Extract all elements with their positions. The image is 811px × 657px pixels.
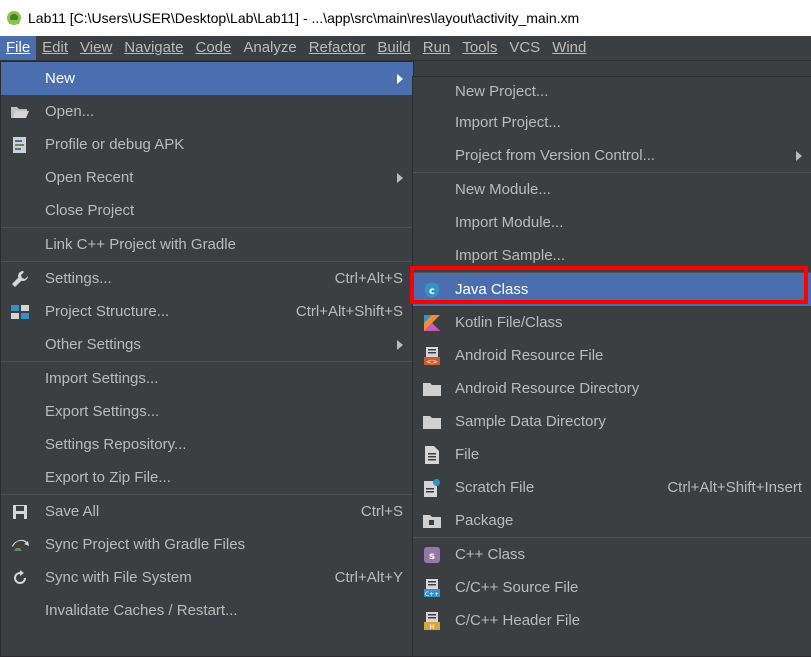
menu-view[interactable]: View: [74, 36, 118, 60]
window-title: Lab11 [C:\Users\USER\Desktop\Lab\Lab11] …: [28, 10, 580, 26]
file-menu-sync-fs[interactable]: Sync with File System Ctrl+Alt+Y: [1, 561, 413, 594]
kotlin-icon: [423, 314, 441, 332]
new-menu-java-class[interactable]: c Java Class: [413, 273, 811, 306]
file-menu-link-cpp[interactable]: Link C++ Project with Gradle: [1, 228, 413, 261]
cpp-header-icon: H: [423, 611, 441, 630]
file-menu-save-all[interactable]: Save All Ctrl+S: [1, 495, 413, 528]
new-menu-import-module[interactable]: Import Module...: [413, 206, 811, 239]
scratch-file-icon: [423, 478, 441, 497]
new-menu-new-module[interactable]: New Module...: [413, 173, 811, 206]
file-menu-profile-apk[interactable]: Profile or debug APK: [1, 128, 413, 161]
svg-text:c: c: [429, 286, 435, 297]
java-class-icon: c: [423, 281, 441, 299]
submenu-arrow-icon: [397, 73, 403, 84]
refresh-icon: [11, 569, 29, 587]
new-menu-file[interactable]: File: [413, 438, 811, 471]
save-icon: [11, 503, 29, 521]
file-menu-invalidate-caches[interactable]: Invalidate Caches / Restart...: [1, 594, 413, 627]
folder-open-icon: [11, 103, 29, 121]
menu-bar: File Edit View Navigate Code Analyze Ref…: [0, 36, 811, 61]
file-menu-project-structure[interactable]: Project Structure... Ctrl+Alt+Shift+S: [1, 295, 413, 328]
package-icon: [423, 512, 441, 530]
svg-text:<>: <>: [426, 358, 438, 365]
file-menu-other-settings[interactable]: Other Settings: [1, 328, 413, 361]
new-menu-android-resource-file[interactable]: <> Android Resource File: [413, 339, 811, 372]
file-menu-open[interactable]: Open...: [1, 95, 413, 128]
file-menu-open-recent[interactable]: Open Recent: [1, 161, 413, 194]
svg-text:s: s: [429, 551, 435, 562]
new-submenu: New Project... Import Project... Project…: [412, 76, 811, 657]
file-menu-settings[interactable]: Settings... Ctrl+Alt+S: [1, 262, 413, 295]
new-menu-scratch-file[interactable]: Scratch File Ctrl+Alt+Shift+Insert: [413, 471, 811, 504]
menu-run[interactable]: Run: [417, 36, 457, 60]
folder-icon: [423, 413, 441, 431]
new-menu-import-sample[interactable]: Import Sample...: [413, 239, 811, 272]
svg-text:H: H: [429, 623, 434, 630]
menu-vcs[interactable]: VCS: [503, 36, 546, 60]
project-structure-icon: [11, 303, 29, 321]
wrench-icon: [11, 270, 29, 288]
file-menu-export-settings[interactable]: Export Settings...: [1, 395, 413, 428]
window-titlebar: Lab11 [C:\Users\USER\Desktop\Lab\Lab11] …: [0, 0, 811, 36]
new-menu-cpp-source[interactable]: C++ C/C++ Source File: [413, 571, 811, 604]
menu-window[interactable]: Wind: [546, 36, 592, 60]
menu-analyze[interactable]: Analyze: [237, 36, 302, 60]
svg-text:C++: C++: [425, 591, 439, 597]
apk-icon: [11, 136, 29, 154]
submenu-arrow-icon: [796, 150, 802, 161]
new-menu-new-project[interactable]: New Project...: [413, 76, 811, 106]
menu-tools[interactable]: Tools: [456, 36, 503, 60]
cpp-class-icon: s: [423, 546, 441, 564]
submenu-arrow-icon: [397, 339, 403, 350]
new-menu-cpp-class[interactable]: s C++ Class: [413, 538, 811, 571]
new-menu-project-vcs[interactable]: Project from Version Control...: [413, 139, 811, 172]
file-icon: [423, 445, 441, 464]
menu-refactor[interactable]: Refactor: [303, 36, 372, 60]
file-menu-settings-repository[interactable]: Settings Repository...: [1, 428, 413, 461]
new-menu-package[interactable]: Package: [413, 504, 811, 537]
new-menu-cpp-header[interactable]: H C/C++ Header File: [413, 604, 811, 637]
file-menu-sync-gradle[interactable]: Sync Project with Gradle Files: [1, 528, 413, 561]
menu-file[interactable]: File: [0, 36, 37, 60]
file-menu-import-settings[interactable]: Import Settings...: [1, 362, 413, 395]
gradle-sync-icon: [11, 536, 29, 554]
new-menu-android-resource-directory[interactable]: Android Resource Directory: [413, 372, 811, 405]
file-menu-close-project[interactable]: Close Project: [1, 194, 413, 227]
menu-build[interactable]: Build: [371, 36, 416, 60]
menu-code[interactable]: Code: [189, 36, 237, 60]
menu-edit[interactable]: Edit: [36, 36, 74, 60]
submenu-arrow-icon: [397, 172, 403, 183]
android-studio-icon: [7, 11, 21, 25]
file-menu-export-zip[interactable]: Export to Zip File...: [1, 461, 413, 494]
cpp-source-icon: C++: [423, 578, 441, 597]
file-menu: New Open... Profile or debug APK Open Re…: [0, 61, 414, 657]
new-menu-sample-data-directory[interactable]: Sample Data Directory: [413, 405, 811, 438]
file-menu-new[interactable]: New: [1, 62, 413, 95]
new-menu-kotlin[interactable]: Kotlin File/Class: [413, 306, 811, 339]
menu-navigate[interactable]: Navigate: [118, 36, 189, 60]
folder-icon: [423, 380, 441, 398]
new-menu-import-project[interactable]: Import Project...: [413, 106, 811, 139]
android-resource-file-icon: <>: [423, 346, 441, 365]
